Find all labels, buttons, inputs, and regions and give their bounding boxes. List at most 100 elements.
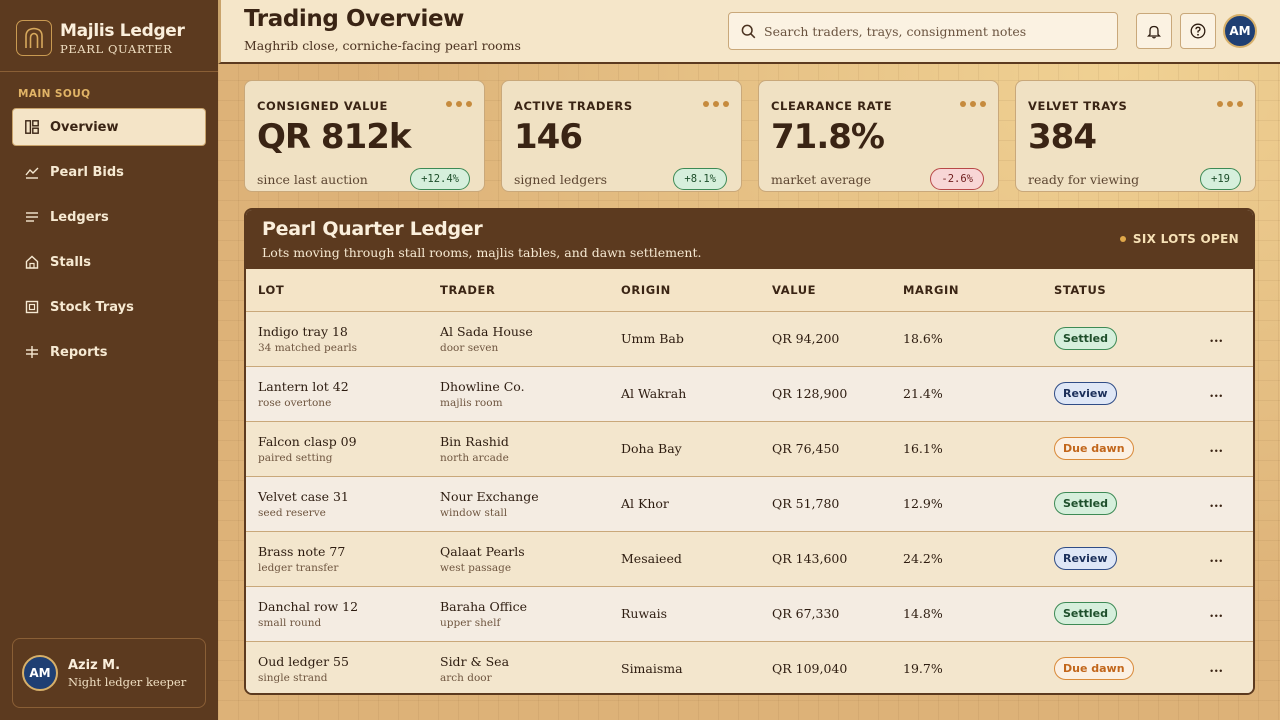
lot-name: Indigo tray 18 (258, 323, 348, 339)
search-icon (741, 24, 756, 38)
sidebar-item-stalls[interactable]: Stalls (12, 243, 206, 281)
origin-cell: Ruwais (621, 606, 668, 621)
margin-cell: 14.8% (903, 606, 943, 621)
stat-label: ACTIVE TRADERS (514, 99, 633, 113)
more-icon[interactable] (446, 101, 472, 107)
stat-caption: signed ledgers (514, 172, 608, 187)
table-row[interactable]: Velvet case 31 seed reserve Nour Exchange… (246, 476, 1253, 531)
sidebar-item-stock-trays[interactable]: Stock Trays (12, 288, 206, 326)
status-dot-icon (1119, 236, 1126, 242)
margin-cell: 16.1% (903, 441, 943, 456)
table-row[interactable]: Danchal row 12 small round Baraha Office u… (246, 586, 1253, 641)
value-cell: QR 109,040 (772, 661, 848, 677)
column-header-trader[interactable]: TRADER (428, 269, 609, 312)
table-header-row: LOT TRADER ORIGIN VALUE MARGIN STATUS (246, 269, 1253, 312)
stat-value: QR 812k (257, 117, 412, 157)
ledger-subtitle: Lots moving through stall rooms, majlis … (262, 245, 702, 260)
origin-cell: Simaisma (621, 661, 683, 677)
stat-label: CLEARANCE RATE (771, 99, 893, 113)
grid-icon (25, 120, 39, 134)
sidebar-item-ledgers[interactable]: Ledgers (12, 198, 206, 236)
sidebar-item-label: Ledgers (50, 209, 109, 225)
margin-cell: 24.2% (903, 551, 943, 566)
table-row[interactable]: Indigo tray 18 34 matched pearls Al Sada … (246, 311, 1253, 366)
stat-card-velvet-trays: VELVET TRAYS 384 ready for viewing +19 (1015, 80, 1256, 192)
margin-cell: 18.6% (903, 331, 943, 346)
value-cell: QR 143,600 (772, 551, 848, 566)
lot-note: paired setting (258, 451, 333, 464)
nav-section-label: MAIN SOUQ (18, 88, 91, 100)
column-header-margin[interactable]: MARGIN (891, 269, 1042, 312)
sidebar-item-overview[interactable]: Overview (12, 108, 206, 146)
lot-name: Falcon clasp 09 (258, 433, 357, 449)
column-header-lot[interactable]: LOT (246, 269, 428, 312)
column-header-actions (1152, 269, 1253, 312)
origin-cell: Al Wakrah (621, 386, 687, 401)
more-icon[interactable] (960, 101, 986, 107)
sidebar-item-reports[interactable]: Reports (12, 333, 206, 371)
stat-label: CONSIGNED VALUE (257, 99, 389, 113)
page-subtitle: Maghrib close, corniche-facing pearl roo… (244, 38, 521, 53)
search-input[interactable] (764, 23, 1104, 39)
help-button[interactable] (1180, 13, 1216, 49)
origin-cell: Al Khor (621, 496, 669, 511)
bid-icon (25, 167, 39, 179)
trader-name: Qalaat Pearls (440, 543, 525, 559)
lines-icon (26, 212, 38, 222)
table-row[interactable]: Falcon clasp 09 paired setting Bin Rashid… (246, 421, 1253, 476)
stat-delta-badge: +19 (1200, 168, 1241, 190)
status-badge: Review (1054, 547, 1117, 570)
more-icon[interactable] (703, 101, 729, 107)
user-role: Night ledger keeper (68, 674, 187, 689)
lot-note: rose overtone (258, 396, 332, 409)
status-badge: Settled (1054, 602, 1118, 625)
stat-card-consigned-value: CONSIGNED VALUE QR 812k since last aucti… (244, 80, 485, 192)
user-name: Aziz M. (68, 657, 121, 673)
table-row[interactable]: Brass note 77 ledger transfer Qalaat Pear… (246, 531, 1253, 586)
trader-name: Dhowline Co. (440, 378, 525, 394)
search-box[interactable] (728, 12, 1118, 50)
row-menu-button[interactable]: ... (1152, 311, 1253, 366)
trader-note: door seven (440, 341, 499, 354)
sidebar-item-label: Reports (50, 344, 108, 360)
value-cell: QR 128,900 (772, 386, 848, 401)
lot-name: Brass note 77 (258, 543, 346, 559)
notifications-button[interactable] (1136, 13, 1172, 49)
value-cell: QR 94,200 (772, 331, 840, 346)
column-header-status[interactable]: STATUS (1042, 269, 1152, 312)
brand-name: Majlis Ledger (60, 20, 185, 41)
trader-name: Al Sada House (440, 323, 533, 339)
open-lots-badge: SIX LOTS OPEN (1119, 232, 1239, 246)
trader-note: majlis room (440, 396, 503, 409)
value-cell: QR 76,450 (772, 441, 840, 456)
stat-caption: ready for viewing (1028, 172, 1140, 187)
stat-caption: since last auction (257, 172, 368, 187)
stat-card-active-traders: ACTIVE TRADERS 146 signed ledgers +8.1% (501, 80, 742, 192)
row-menu-button[interactable]: ... (1152, 476, 1253, 531)
row-menu-button[interactable]: ... (1152, 421, 1253, 476)
column-header-origin[interactable]: ORIGIN (609, 269, 760, 312)
origin-cell: Doha Bay (621, 441, 682, 456)
row-menu-button[interactable]: ... (1152, 586, 1253, 641)
table-row[interactable]: Oud ledger 55 single strand Sidr & Sea arc… (246, 641, 1253, 693)
profile-avatar[interactable]: AM (1223, 14, 1257, 48)
origin-cell: Mesaieed (621, 551, 682, 566)
avatar: AM (22, 655, 58, 691)
page-title: Trading Overview (244, 6, 465, 32)
stat-caption: market average (771, 172, 871, 187)
arch-logo-icon (16, 20, 52, 56)
margin-cell: 12.9% (903, 496, 943, 511)
row-menu-button[interactable]: ... (1152, 641, 1253, 693)
row-menu-button[interactable]: ... (1152, 531, 1253, 586)
top-bar: Trading Overview Maghrib close, corniche… (218, 0, 1280, 64)
trader-note: window stall (440, 506, 508, 519)
column-header-value[interactable]: VALUE (760, 269, 891, 312)
table-row[interactable]: Lantern lot 42 rose overtone Dhowline Co.… (246, 366, 1253, 421)
sidebar-item-pearl-bids[interactable]: Pearl Bids (12, 153, 206, 191)
value-cell: QR 67,330 (772, 606, 840, 621)
lot-note: seed reserve (258, 506, 326, 519)
sidebar: Majlis Ledger PEARL QUARTER MAIN SOUQ Ov… (0, 0, 218, 720)
user-card[interactable]: AM Aziz M. Night ledger keeper (12, 638, 206, 708)
more-icon[interactable] (1217, 101, 1243, 107)
row-menu-button[interactable]: ... (1152, 366, 1253, 421)
